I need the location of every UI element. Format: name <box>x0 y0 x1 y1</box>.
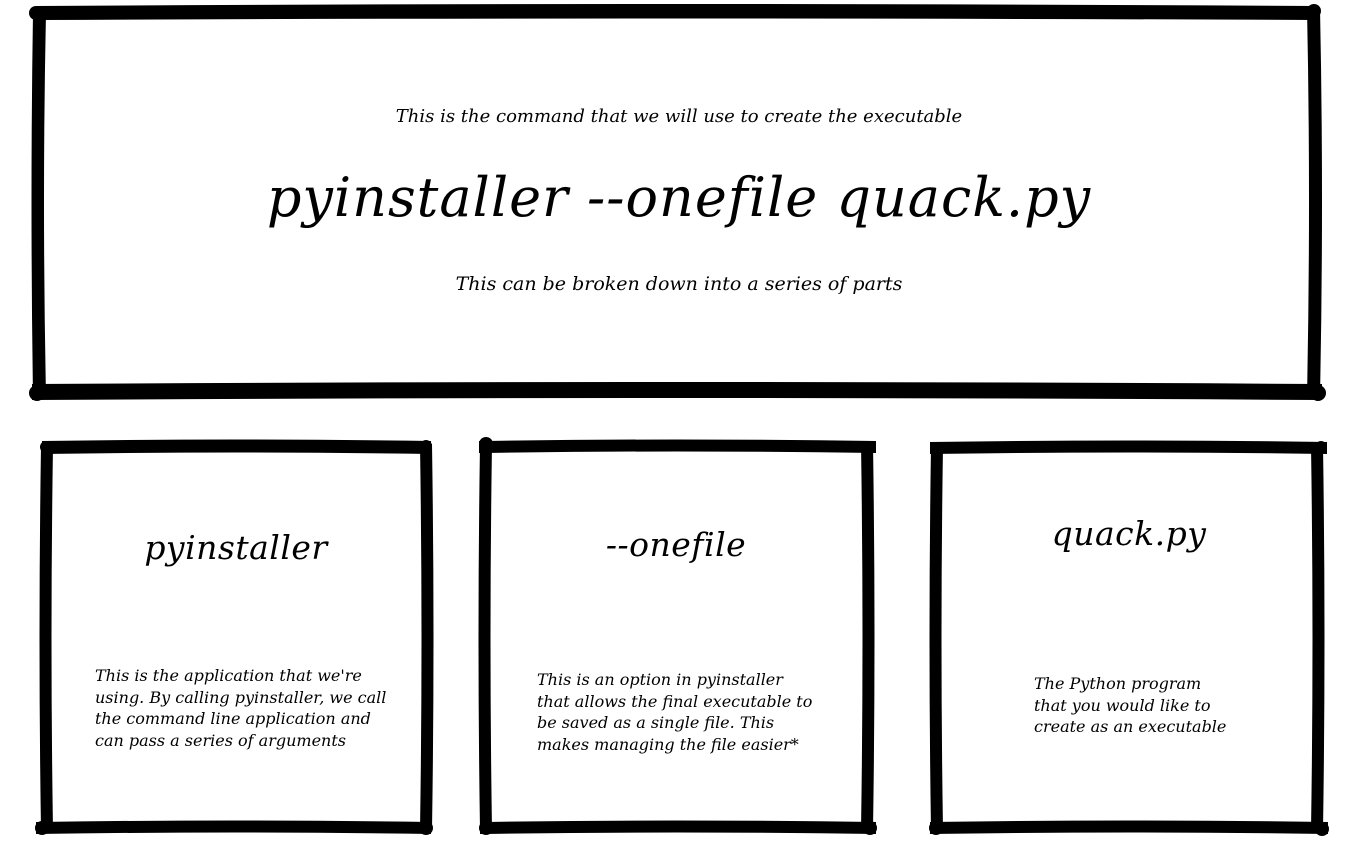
card2-frame-top-edge <box>479 439 876 453</box>
description-line: be saved as a single file. This <box>537 713 775 732</box>
card2-frame-bottom-edge <box>480 820 876 834</box>
top-frame-top-edge <box>36 4 1316 20</box>
description-line: makes managing the file easier* <box>537 734 799 754</box>
description-line: the command line application and <box>95 709 371 728</box>
description-line: The Python program <box>1034 674 1202 693</box>
card2-frame-corner <box>864 441 876 453</box>
card1-frame-corner <box>40 441 52 453</box>
top-frame-left-edge <box>31 12 46 396</box>
card1-frame-right-edge <box>420 444 434 830</box>
top-frame-corner <box>1307 4 1321 18</box>
breakdown-caption: This can be broken down into a series of… <box>455 273 903 295</box>
card1-frame-corner <box>35 821 49 835</box>
command-caption: This is the command that we will use to … <box>395 106 963 127</box>
card-description: The Python program that you would like t… <box>1034 673 1244 738</box>
card-title: --onefile <box>605 525 747 564</box>
card1-frame-bottom-edge <box>36 820 431 834</box>
card2-frame-corner <box>479 437 493 451</box>
card1-frame-top-edge <box>42 439 431 454</box>
card3-frame-corner <box>930 442 942 454</box>
card-title: pyinstaller <box>144 528 328 567</box>
card3-frame-top-edge <box>930 440 1327 454</box>
card2-frame-corner <box>479 821 493 835</box>
card2-frame-corner <box>863 821 877 835</box>
card3-frame-corner <box>1315 822 1329 836</box>
card3-frame-bottom-edge <box>930 820 1328 834</box>
top-frame-corner <box>29 385 45 401</box>
card-description: This is an option in pyinstaller that al… <box>537 669 837 755</box>
description-line: This is an option in pyinstaller <box>537 670 783 689</box>
card-description: This is the application that we're using… <box>95 665 395 751</box>
card1-frame-corner <box>419 821 433 835</box>
card3-frame-right-edge <box>1311 446 1325 830</box>
top-frame-corner <box>1310 385 1326 401</box>
description-line: can pass a series of arguments <box>95 730 346 750</box>
top-frame-corner <box>29 6 43 20</box>
card2-frame-right-edge <box>861 444 875 830</box>
card-title: quack.py <box>1051 514 1207 553</box>
description-line: using. By calling pyinstaller, we call <box>95 687 387 707</box>
command-text: pyinstaller --onefile quack.py <box>266 166 1092 229</box>
description-line: that you would like to <box>1034 695 1211 715</box>
card3-frame-corner <box>1315 441 1327 453</box>
description-line: This is the application that we're <box>95 666 362 685</box>
card1-frame-left-edge <box>39 446 53 830</box>
card2-frame-left-edge <box>478 444 492 830</box>
description-line: create as an executable <box>1034 717 1227 736</box>
card3-frame-corner <box>929 821 943 835</box>
top-frame-right-edge <box>1307 8 1322 396</box>
top-frame-bottom-edge <box>32 382 1322 400</box>
card1-frame-corner <box>420 440 432 452</box>
description-line: that allows the final executable to <box>537 691 813 711</box>
card3-frame-left-edge <box>929 446 943 830</box>
